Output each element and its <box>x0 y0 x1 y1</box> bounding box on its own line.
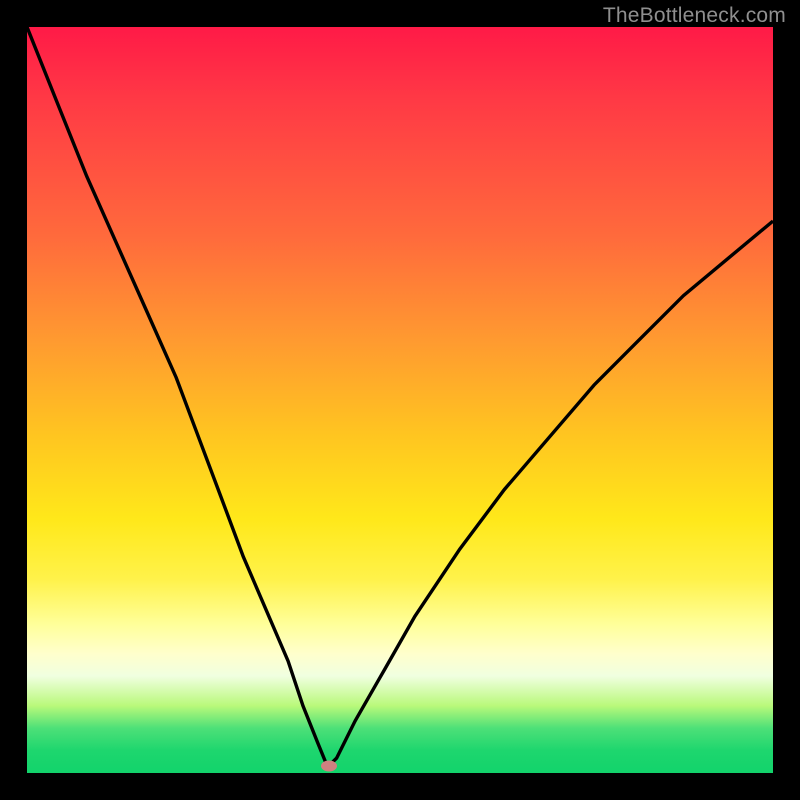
watermark-text: TheBottleneck.com <box>603 4 786 28</box>
plot-area <box>27 27 773 773</box>
chart-frame: TheBottleneck.com <box>0 0 800 800</box>
bottleneck-curve <box>27 27 773 767</box>
curve-svg <box>27 27 773 773</box>
optimal-point-marker <box>321 761 337 772</box>
